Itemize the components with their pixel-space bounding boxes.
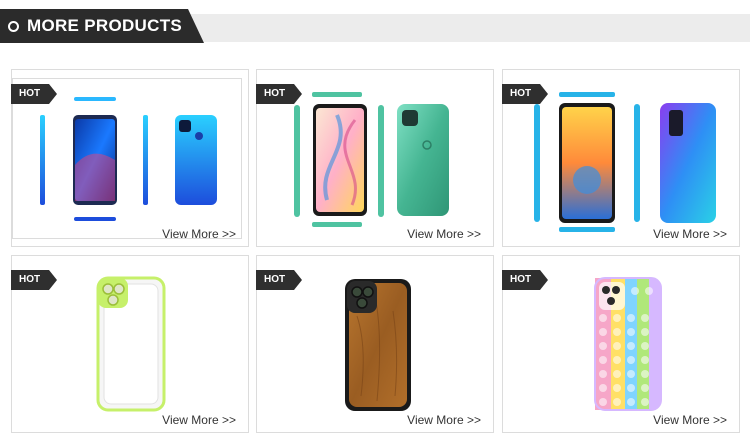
- product-card-1[interactable]: HOT View More >>: [11, 69, 249, 247]
- product-card-3[interactable]: HOT View More >>: [502, 69, 740, 247]
- hot-badge: HOT: [502, 84, 548, 104]
- product-card-4[interactable]: HOT View More >>: [11, 255, 249, 433]
- hot-badge: HOT: [11, 84, 57, 104]
- hot-badge: HOT: [502, 270, 548, 290]
- view-more-link[interactable]: View More >>: [407, 413, 481, 427]
- circle-bullet-icon: [8, 21, 19, 32]
- view-more-link[interactable]: View More >>: [653, 227, 727, 241]
- hot-badge: HOT: [11, 270, 57, 290]
- view-more-link[interactable]: View More >>: [162, 227, 236, 241]
- view-more-link[interactable]: View More >>: [407, 227, 481, 241]
- product-card-2[interactable]: HOT View More >>: [256, 69, 494, 247]
- product-card-5[interactable]: HOT View More >>: [256, 255, 494, 433]
- hot-badge: HOT: [256, 84, 302, 104]
- hot-badge: HOT: [256, 270, 302, 290]
- view-more-link[interactable]: View More >>: [162, 413, 236, 427]
- section-title: MORE PRODUCTS: [27, 16, 183, 35]
- product-card-6[interactable]: HOT View More >>: [502, 255, 740, 433]
- view-more-link[interactable]: View More >>: [653, 413, 727, 427]
